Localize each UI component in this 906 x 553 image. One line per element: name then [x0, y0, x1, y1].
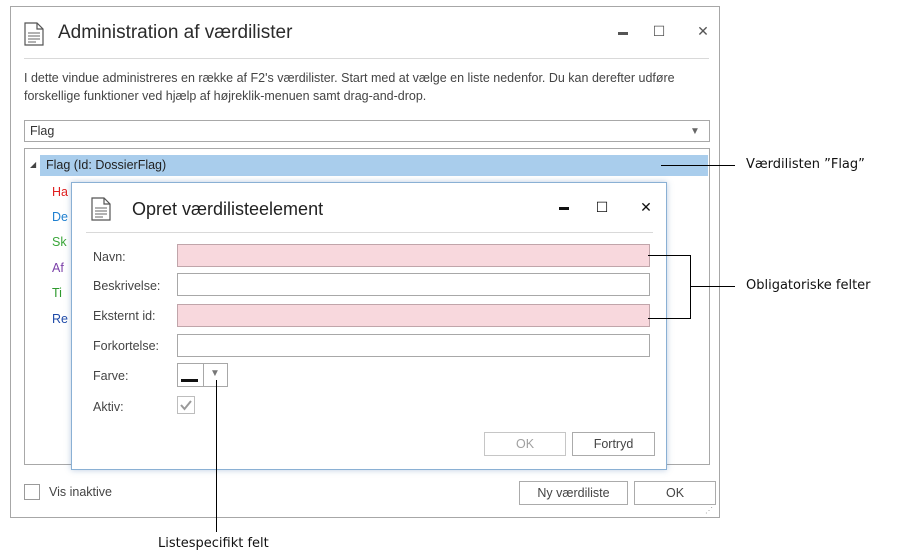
name-label: Navn: — [93, 250, 126, 264]
window-title: Administration af værdilister — [58, 22, 293, 43]
ok-button[interactable]: OK — [634, 481, 716, 505]
dialog-cancel-button[interactable]: Fortryd — [572, 432, 655, 456]
chevron-down-icon[interactable]: ▼ — [210, 368, 220, 379]
callout-line-required — [690, 286, 735, 287]
tree-item[interactable]: Sk — [52, 234, 67, 250]
show-inactive-checkbox[interactable] — [24, 484, 40, 500]
tree-item[interactable]: Ti — [52, 285, 62, 301]
callout-list-specific: Listespecifikt felt — [158, 536, 269, 551]
tree-item[interactable]: Ha — [52, 184, 68, 200]
abbreviation-label: Forkortelse: — [93, 339, 159, 353]
dialog-title-divider — [86, 232, 653, 233]
external-id-input[interactable] — [177, 304, 650, 327]
callout-required-fields: Obligatoriske felter — [746, 278, 871, 293]
color-picker-divider — [203, 364, 204, 386]
close-button[interactable]: ✕ — [694, 24, 712, 38]
new-value-list-button[interactable]: Ny værdiliste — [519, 481, 628, 505]
callout-bracket-bottom — [648, 318, 690, 319]
description-text: I dette vindue administreres en række af… — [24, 71, 675, 103]
color-label: Farve: — [93, 369, 129, 383]
chevron-down-icon[interactable]: ▼ — [690, 126, 700, 137]
callout-bracket-top — [648, 255, 690, 256]
tree-item[interactable]: De — [52, 209, 68, 225]
show-inactive-label: Vis inaktive — [49, 485, 112, 499]
tree-item[interactable]: Af — [52, 260, 64, 276]
expand-icon[interactable]: ◢ — [30, 160, 36, 169]
callout-bracket-vertical — [690, 255, 691, 319]
active-label: Aktiv: — [93, 400, 124, 414]
maximize-button[interactable]: ☐ — [650, 24, 668, 38]
callout-value-list: Værdilisten ”Flag” — [746, 157, 865, 172]
description-label: Beskrivelse: — [93, 279, 161, 293]
external-id-label: Eksternt id: — [93, 309, 156, 323]
close-button[interactable]: ✕ — [637, 200, 655, 214]
callout-line-value-list — [661, 165, 735, 166]
name-input[interactable] — [177, 244, 650, 267]
document-icon — [24, 22, 44, 46]
value-list-select[interactable]: Flag — [24, 120, 710, 142]
value-list-select-value: Flag — [30, 124, 55, 138]
abbreviation-input[interactable] — [177, 334, 650, 357]
color-swatch — [181, 379, 198, 382]
document-icon — [91, 197, 111, 221]
resize-grip-icon[interactable]: ⋰ — [705, 506, 713, 515]
checkmark-icon — [180, 400, 192, 411]
dialog-title: Opret værdilisteelement — [132, 199, 324, 219]
dialog-ok-button[interactable]: OK — [484, 432, 566, 456]
title-divider — [24, 58, 709, 59]
tree-item[interactable]: Re — [52, 311, 68, 327]
minimize-button[interactable]: ▬ — [555, 201, 573, 215]
maximize-button[interactable]: ☐ — [593, 200, 611, 214]
tree-root-item[interactable]: Flag (Id: DossierFlag) — [40, 155, 708, 176]
callout-line-list-specific — [216, 380, 217, 532]
description-input[interactable] — [177, 273, 650, 296]
minimize-button[interactable]: ▬ — [614, 26, 632, 40]
